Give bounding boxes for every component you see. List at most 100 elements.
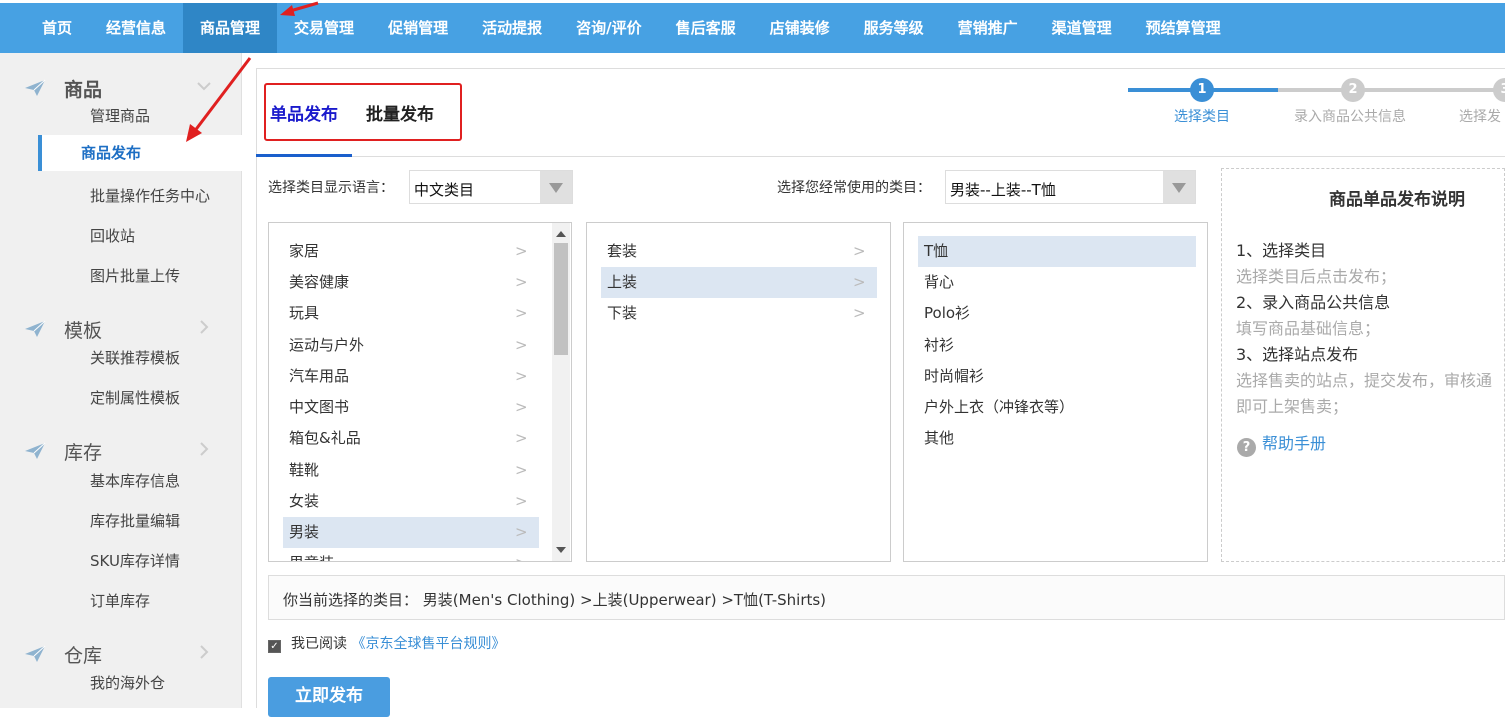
nav-item-activity-report[interactable]: 活动提报 — [465, 3, 559, 53]
nav-item-consult-review[interactable]: 咨询/评价 — [559, 3, 658, 53]
help-manual-link[interactable]: ? 帮助手册 — [1237, 430, 1326, 457]
category-item-label: 家居 — [289, 242, 320, 260]
category-item-selected[interactable]: T恤 — [918, 236, 1196, 267]
paper-plane-icon — [25, 79, 46, 96]
category-item[interactable]: 美容健康 > — [283, 267, 539, 298]
nav-item-product-management[interactable]: 商品管理 — [183, 3, 278, 53]
category-item[interactable]: 户外上衣（冲锋衣等） — [918, 392, 1196, 423]
chevron-right-icon: > — [515, 523, 528, 541]
category-item[interactable]: 套装 > — [601, 236, 877, 267]
step-line-pending — [1278, 88, 1505, 92]
nav-item-pre-settlement[interactable]: 预结算管理 — [1129, 3, 1238, 53]
category-item[interactable]: 背心 — [918, 267, 1196, 298]
sidebar-section-header[interactable]: 商品 — [0, 71, 242, 103]
sidebar-item-image-batch-upload[interactable]: 图片批量上传 — [90, 265, 180, 286]
category-item[interactable]: 其他 — [918, 423, 1196, 454]
instruction-step: 2、录入商品公共信息 — [1236, 293, 1391, 312]
category-item[interactable]: Polo衫 — [918, 298, 1196, 329]
sidebar-section-title: 仓库 — [64, 645, 103, 667]
step-1-label: 选择类目 — [1174, 109, 1230, 125]
nav-item-after-sales[interactable]: 售后客服 — [659, 3, 753, 53]
sidebar-section-header[interactable]: 库存 — [0, 434, 242, 466]
platform-rules-link[interactable]: 《京东全球售平台规则》 — [351, 636, 505, 652]
category-item[interactable]: 衬衫 — [918, 330, 1196, 361]
category-item[interactable]: 运动与户外 > — [283, 330, 539, 361]
nav-item-home[interactable]: 首页 — [25, 3, 89, 53]
nav-item-service-level[interactable]: 服务等级 — [847, 3, 941, 53]
sidebar-item-manage-products[interactable]: 管理商品 — [90, 105, 150, 126]
chevron-right-icon: > — [853, 273, 866, 291]
nav-item-trade-management[interactable]: 交易管理 — [277, 3, 371, 53]
chevron-right-icon: > — [515, 548, 528, 561]
category-item[interactable]: 男童装 > — [283, 548, 539, 561]
current-category-text: 你当前选择的类目： 男装(Men's Clothing) >上装(Upperwe… — [283, 591, 827, 609]
category-item[interactable]: 汽车用品 > — [283, 361, 539, 392]
nav-item-shop-decoration[interactable]: 店铺装修 — [753, 3, 847, 53]
category-column-1-scrollbar[interactable] — [552, 223, 570, 561]
category-item-label: 背心 — [924, 273, 955, 291]
chevron-right-icon: > — [515, 492, 528, 510]
sidebar-item-order-inventory[interactable]: 订单库存 — [90, 590, 150, 611]
scroll-up-arrow-icon[interactable] — [556, 231, 566, 237]
sidebar-section-title: 商品 — [64, 79, 103, 101]
sidebar-item-sku-inventory[interactable]: SKU库存详情 — [90, 550, 180, 571]
sidebar-item-related-template[interactable]: 关联推荐模板 — [90, 347, 180, 368]
sidebar-section-header[interactable]: 模板 — [0, 312, 242, 344]
category-item-selected[interactable]: 上装 > — [601, 267, 877, 298]
chevron-right-icon: > — [853, 304, 866, 322]
nav-item-promotion-management[interactable]: 促销管理 — [371, 3, 465, 53]
category-item[interactable]: 箱包&礼品 > — [283, 423, 539, 454]
category-item[interactable]: 家居 > — [283, 236, 539, 267]
question-icon: ? — [1237, 438, 1256, 457]
category-item[interactable]: 女装 > — [283, 486, 539, 517]
nav-item-channel-management[interactable]: 渠道管理 — [1035, 3, 1129, 53]
category-item[interactable]: 下装 > — [601, 298, 877, 329]
category-item[interactable]: 时尚帽衫 — [918, 361, 1196, 392]
category-item-label: 美容健康 — [289, 273, 350, 291]
chevron-down-icon — [197, 82, 211, 91]
paper-plane-icon — [25, 645, 46, 662]
category-item[interactable]: 玩具 > — [283, 298, 539, 329]
chevron-right-icon: > — [515, 461, 528, 479]
step-2-label: 录入商品公共信息 — [1294, 109, 1406, 125]
tab-divider — [256, 156, 1505, 157]
paper-plane-icon — [25, 320, 46, 337]
sidebar-item-overseas-warehouse[interactable]: 我的海外仓 — [90, 672, 165, 693]
sidebar-item-custom-attr-template[interactable]: 定制属性模板 — [90, 387, 180, 408]
category-item-label: 汽车用品 — [289, 367, 350, 385]
top-nav: 首页 经营信息 商品管理 交易管理 促销管理 活动提报 咨询/评价 售后客服 店… — [0, 3, 1505, 53]
tab-single-publish[interactable]: 单品发布 — [270, 100, 338, 125]
sidebar-section-title: 模板 — [64, 320, 103, 342]
chevron-right-icon: > — [515, 367, 528, 385]
sidebar-item-basic-inventory[interactable]: 基本库存信息 — [90, 470, 180, 491]
scrollbar-thumb[interactable] — [554, 243, 568, 355]
category-item[interactable]: 中文图书 > — [283, 392, 539, 423]
scroll-down-arrow-icon[interactable] — [556, 547, 566, 553]
nav-item-business-info[interactable]: 经营信息 — [89, 3, 183, 53]
language-select[interactable]: 中文类目 — [409, 170, 573, 204]
frequent-category-select[interactable]: 男装--上装--T恤 — [945, 170, 1196, 204]
category-column-1: 家居 > 美容健康 > 玩具 > 运动与户外 > 汽车用品 > 中文图书 > 箱包&礼品 > … — [268, 222, 572, 562]
agreement-checkbox[interactable]: ✓ — [268, 640, 281, 653]
sidebar-section-title: 库存 — [64, 442, 103, 464]
sidebar-item-recycle-bin[interactable]: 回收站 — [90, 225, 135, 246]
chevron-right-icon: > — [515, 242, 528, 260]
instruction-step: 1、选择类目 — [1236, 241, 1327, 260]
instruction-desc: 选择类目后点击发布； — [1236, 267, 1397, 286]
chevron-right-icon — [200, 442, 209, 456]
category-item[interactable]: 鞋靴 > — [283, 455, 539, 486]
category-item-selected[interactable]: 男装 > — [283, 517, 539, 548]
progress-steps: 1 选择类目 2 录入商品公共信息 3 选择发 — [1128, 76, 1505, 136]
publish-now-button[interactable]: 立即发布 — [268, 677, 390, 717]
sidebar-item-inventory-batch-edit[interactable]: 库存批量编辑 — [90, 510, 180, 531]
nav-item-marketing[interactable]: 营销推广 — [941, 3, 1035, 53]
category-item-label: 户外上衣（冲锋衣等） — [924, 398, 1075, 416]
sidebar-item-batch-task-center[interactable]: 批量操作任务中心 — [90, 185, 210, 206]
sidebar-item-publish-product[interactable]: 商品发布 — [38, 135, 242, 171]
sidebar-section-warehouse: 仓库 — [0, 637, 242, 669]
sidebar-section-header[interactable]: 仓库 — [0, 637, 242, 669]
help-manual-label: 帮助手册 — [1262, 434, 1327, 453]
category-item-label: 其他 — [924, 429, 955, 447]
category-item-label: Polo衫 — [924, 304, 971, 322]
tab-batch-publish[interactable]: 批量发布 — [366, 100, 434, 125]
